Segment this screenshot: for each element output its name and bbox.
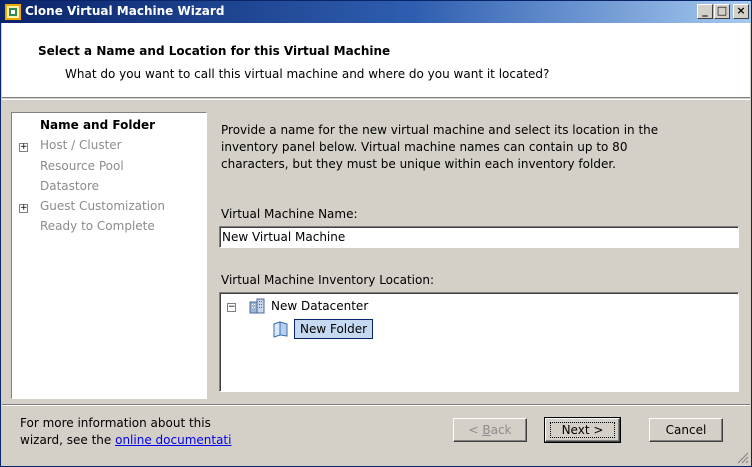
guest-customization-expand-icon[interactable]: + bbox=[19, 204, 28, 213]
datacenter-node[interactable]: New Datacenter bbox=[271, 299, 368, 313]
inventory-location-label: Virtual Machine Inventory Location: bbox=[221, 273, 434, 287]
minimize-button[interactable]: _ bbox=[697, 4, 713, 19]
back-prefix: < bbox=[468, 423, 483, 437]
wizard-window: Clone Virtual Machine Wizard _ □ × Selec… bbox=[0, 0, 752, 467]
resize-grip-icon[interactable] bbox=[735, 450, 749, 464]
datacenter-collapse-icon[interactable]: − bbox=[227, 303, 236, 312]
vm-name-label: Virtual Machine Name: bbox=[221, 207, 358, 221]
step-host-cluster[interactable]: Host / Cluster bbox=[40, 138, 122, 152]
help-prefix: wizard, see the bbox=[20, 433, 116, 447]
back-button[interactable]: < Back bbox=[453, 418, 527, 442]
step-datastore[interactable]: Datastore bbox=[40, 179, 99, 193]
folder-node-selected[interactable]: New Folder bbox=[294, 319, 374, 339]
focus-rect bbox=[550, 422, 615, 438]
step-ready-to-complete[interactable]: Ready to Complete bbox=[40, 219, 155, 233]
page-title: Select a Name and Location for this Virt… bbox=[38, 44, 391, 58]
step-name-and-folder[interactable]: Name and Folder bbox=[40, 118, 155, 132]
instructions-line: inventory panel below. Virtual machine n… bbox=[221, 140, 628, 154]
help-text: For more information about this wizard, … bbox=[20, 415, 231, 449]
inventory-tree[interactable]: − New Datacenter New Folder bbox=[219, 292, 739, 392]
vm-app-icon bbox=[5, 4, 21, 20]
footer-divider-highlight bbox=[2, 405, 750, 406]
maximize-button[interactable]: □ bbox=[714, 4, 730, 19]
step-guest-customization[interactable]: Guest Customization bbox=[40, 199, 165, 213]
datacenter-icon bbox=[249, 298, 265, 314]
instructions-line: Provide a name for the new virtual machi… bbox=[221, 123, 659, 137]
back-rest: ack bbox=[490, 423, 512, 437]
help-line-2: wizard, see the online documentati bbox=[20, 432, 231, 449]
help-line: For more information about this bbox=[20, 416, 211, 430]
title-bar[interactable]: Clone Virtual Machine Wizard _ □ × bbox=[1, 1, 751, 23]
vm-name-input[interactable] bbox=[219, 226, 739, 248]
folder-icon bbox=[273, 321, 288, 338]
instructions-text: Provide a name for the new virtual machi… bbox=[221, 122, 741, 173]
cancel-button[interactable]: Cancel bbox=[649, 418, 723, 442]
online-documentation-link[interactable]: online documentati bbox=[115, 433, 231, 447]
steps-sidebar: Name and Folder + Host / Cluster Resourc… bbox=[11, 112, 207, 399]
back-accelerator: B bbox=[482, 423, 491, 437]
header-divider bbox=[2, 99, 750, 100]
page-subtitle: What do you want to call this virtual ma… bbox=[65, 67, 550, 81]
step-resource-pool[interactable]: Resource Pool bbox=[40, 159, 124, 173]
wizard-header: Select a Name and Location for this Virt… bbox=[2, 23, 750, 98]
next-button[interactable]: Next > bbox=[544, 417, 621, 443]
instructions-line: characters, but they must be unique with… bbox=[221, 157, 616, 171]
host-cluster-expand-icon[interactable]: + bbox=[19, 143, 28, 152]
window-title: Clone Virtual Machine Wizard bbox=[25, 4, 225, 18]
close-button[interactable]: × bbox=[733, 4, 749, 19]
